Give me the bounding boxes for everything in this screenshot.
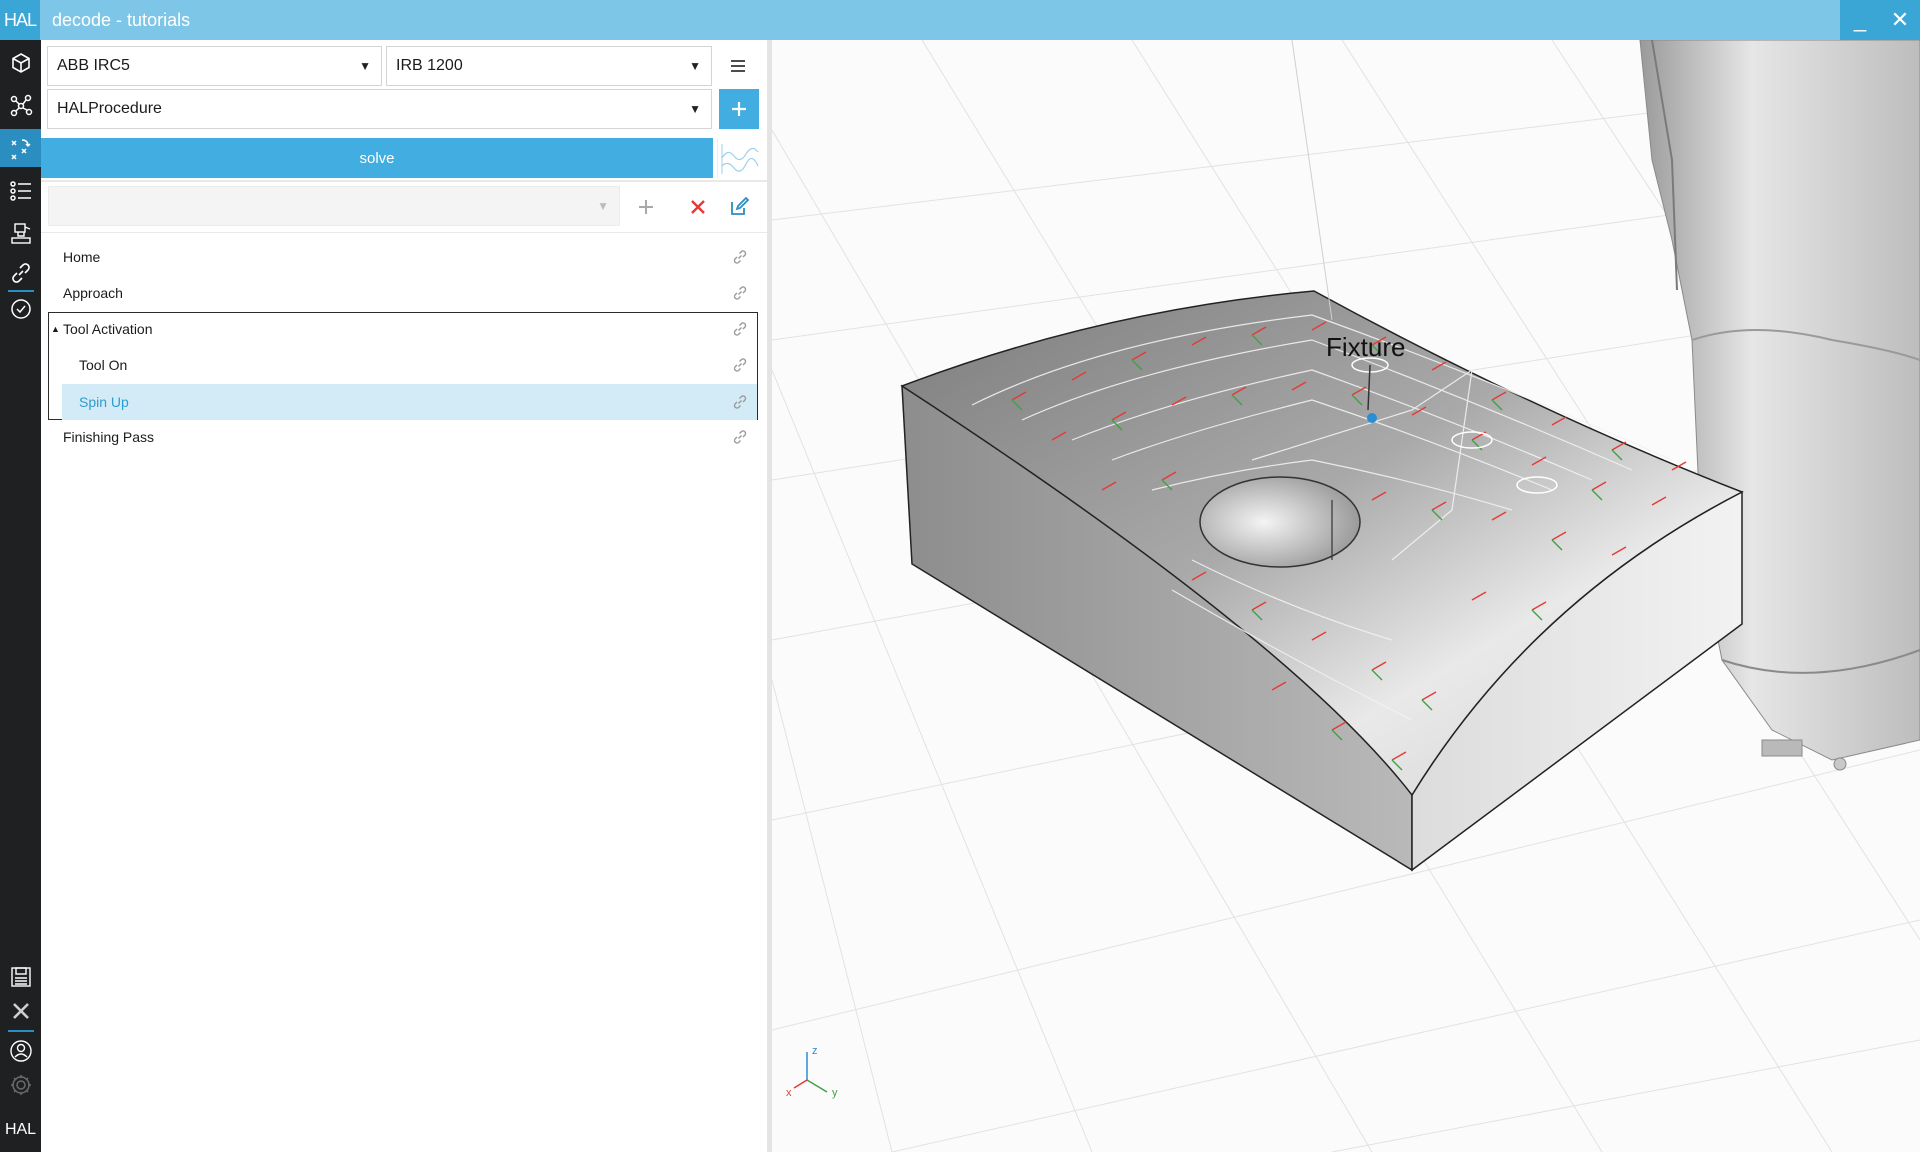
tree-item-label: Tool On — [79, 357, 128, 373]
panel-separator-2 — [41, 232, 767, 233]
delete-button[interactable] — [679, 188, 717, 226]
link-icon[interactable] — [731, 356, 749, 374]
plus-icon — [732, 102, 746, 116]
link-icon[interactable] — [731, 428, 749, 446]
title-bar: HAL decode - tutorials _ ✕ — [0, 0, 1920, 40]
network-icon[interactable] — [0, 86, 41, 124]
procedure-select-value: HALProcedure — [57, 100, 162, 117]
minimize-button[interactable]: _ — [1840, 0, 1880, 40]
axis-gizmo — [793, 1052, 828, 1093]
save-icon[interactable] — [0, 958, 41, 996]
link-icon[interactable] — [0, 254, 41, 292]
window-title: decode - tutorials — [52, 9, 191, 30]
robot-icon[interactable] — [0, 214, 41, 252]
tree-item-spin-up[interactable]: Spin Up — [62, 384, 757, 420]
part-model — [900, 290, 1744, 872]
procedure-select[interactable]: HALProcedure ▼ — [47, 89, 712, 129]
scene-render: z y x — [772, 40, 1920, 1152]
tree-item-home[interactable]: Home — [41, 239, 759, 275]
controller-select[interactable]: ABB IRC5 ▼ — [47, 46, 382, 86]
graph-icon — [721, 144, 759, 174]
add-procedure-button[interactable] — [719, 89, 759, 129]
link-icon[interactable] — [731, 393, 749, 411]
settings-icon[interactable] — [0, 1066, 41, 1104]
plus-icon — [639, 200, 653, 214]
robot-select[interactable]: IRB 1200 ▼ — [386, 46, 712, 86]
robot-select-value: IRB 1200 — [396, 57, 463, 74]
graph-button[interactable] — [717, 138, 761, 178]
tree-item-tool-on[interactable]: Tool On — [41, 347, 759, 383]
window-controls: _ ✕ — [1840, 0, 1920, 40]
tree-item-label: Home — [63, 249, 101, 265]
chevron-down-icon: ▼ — [597, 199, 609, 213]
tree-item-finishing-pass[interactable]: Finishing Pass — [41, 419, 759, 455]
icon-rail: HAL — [0, 40, 41, 1152]
axis-x-label: x — [786, 1087, 792, 1099]
list-icon[interactable] — [0, 172, 41, 210]
menu-button[interactable] — [719, 47, 757, 85]
fixture-label: Fixture — [1326, 332, 1406, 362]
fixture-origin-marker — [1367, 413, 1377, 423]
chevron-down-icon: ▼ — [689, 102, 701, 116]
controller-select-value: ABB IRC5 — [57, 57, 130, 74]
tree-item-label: Approach — [63, 285, 123, 301]
link-icon[interactable] — [731, 248, 749, 266]
hamburger-icon — [731, 60, 745, 72]
user-icon[interactable] — [0, 1032, 41, 1070]
expand-triangle-icon[interactable]: ▲ — [51, 324, 60, 334]
app-logo: HAL — [0, 0, 40, 40]
rail-logo: HAL — [4, 1121, 37, 1138]
tree-item-approach[interactable]: Approach — [41, 275, 759, 311]
close-icon[interactable] — [0, 992, 41, 1030]
add-target-button[interactable] — [627, 188, 665, 226]
close-window-button[interactable]: ✕ — [1880, 0, 1920, 40]
check-icon[interactable] — [0, 290, 41, 328]
solve-button[interactable]: solve — [41, 138, 713, 178]
axis-z-label: z — [812, 1045, 818, 1057]
tree-item-label: Tool Activation — [63, 321, 153, 337]
tree-item-label: Spin Up — [79, 394, 129, 410]
edit-icon — [731, 196, 750, 215]
chevron-down-icon: ▼ — [359, 59, 371, 73]
target-select[interactable]: ▼ — [48, 186, 620, 226]
link-icon[interactable] — [731, 284, 749, 302]
link-icon[interactable] — [731, 320, 749, 338]
close-icon — [691, 200, 705, 214]
tree-item-tool-activation[interactable]: ▲ Tool Activation — [41, 311, 759, 347]
cell-icon[interactable] — [0, 44, 41, 82]
procedure-icon[interactable] — [0, 129, 41, 167]
chevron-down-icon: ▼ — [689, 59, 701, 73]
tree-item-label: Finishing Pass — [63, 429, 155, 445]
edit-button[interactable] — [720, 188, 758, 226]
panel-separator — [41, 180, 767, 182]
axis-y-label: y — [832, 1087, 838, 1099]
3d-viewport[interactable]: z y x Fixture — [772, 40, 1920, 1152]
